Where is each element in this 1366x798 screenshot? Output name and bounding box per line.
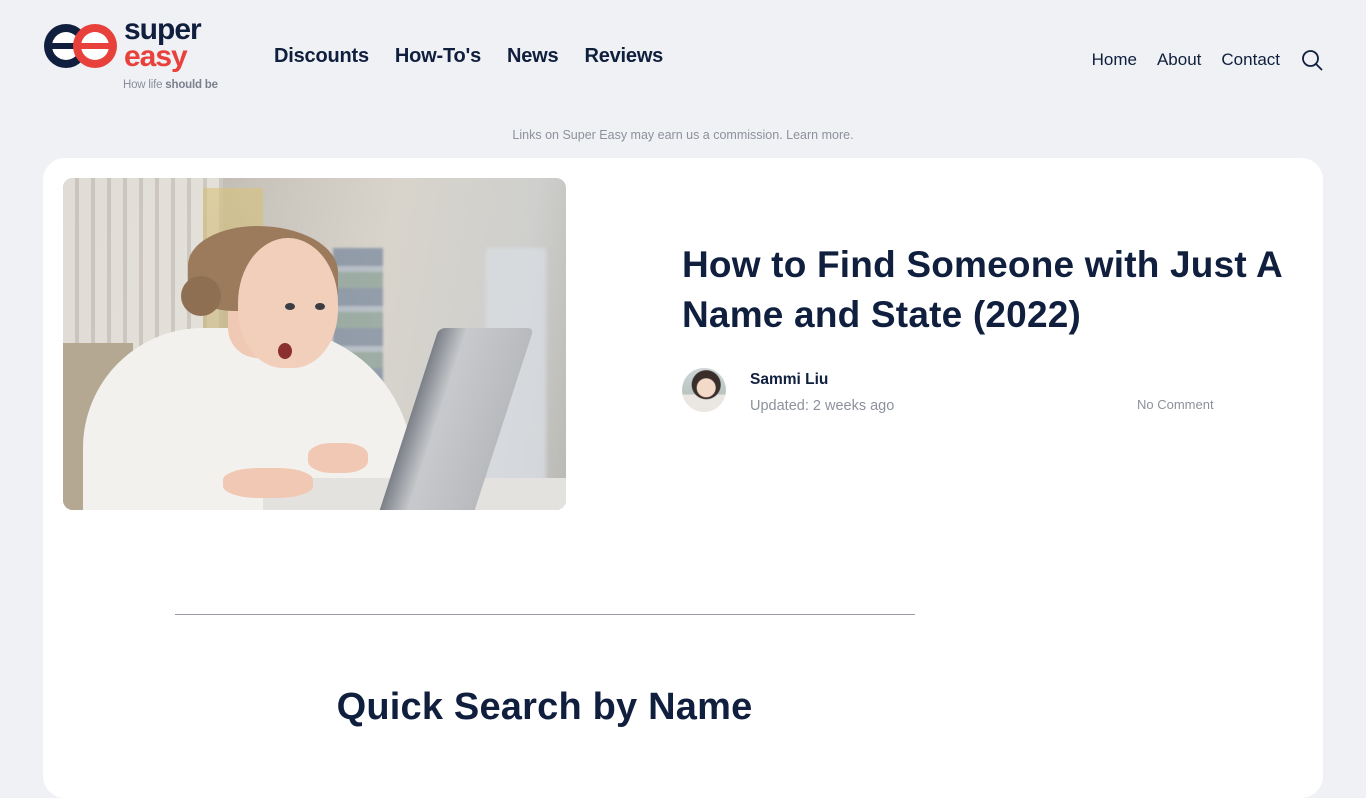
hero-figure-bun <box>181 276 221 316</box>
author-name[interactable]: Sammi Liu <box>750 371 828 389</box>
hero-figure-eye <box>315 303 325 310</box>
nav-reviews[interactable]: Reviews <box>584 45 663 68</box>
secondary-nav: Home About Contact <box>1092 48 1324 72</box>
nav-news[interactable]: News <box>507 45 559 68</box>
article-title: How to Find Someone with Just A Name and… <box>682 244 1282 335</box>
content-divider <box>175 614 915 615</box>
search-icon <box>1302 50 1323 71</box>
affiliate-disclosure[interactable]: Links on Super Easy may earn us a commis… <box>0 128 1366 142</box>
hero-figure-mouth <box>278 343 292 359</box>
hero-image <box>63 178 566 510</box>
updated-date: Updated: 2 weeks ago <box>750 398 895 414</box>
author-meta: Sammi Liu Updated: 2 weeks ago No Commen… <box>682 368 1242 418</box>
nav-how-tos[interactable]: How-To's <box>395 45 481 68</box>
site-logo[interactable]: super easy How life should be <box>42 13 242 98</box>
hero-figure-eye <box>285 303 295 310</box>
logo-word-easy: easy <box>124 40 188 73</box>
tagline-bold: should be <box>165 79 218 91</box>
tagline-light: How life <box>123 79 166 91</box>
search-button[interactable] <box>1300 48 1324 72</box>
logo-wordmark: super easy <box>124 13 202 73</box>
hero-figure-hand <box>308 443 368 473</box>
article-card: How to Find Someone with Just A Name and… <box>43 158 1323 798</box>
nav-about[interactable]: About <box>1157 50 1201 70</box>
logo-mark-icon <box>44 24 117 68</box>
nav-contact[interactable]: Contact <box>1221 50 1280 70</box>
nav-discounts[interactable]: Discounts <box>274 45 369 68</box>
nav-home[interactable]: Home <box>1092 50 1137 70</box>
logo-tagline: How life should be <box>123 79 218 91</box>
hero-figure-hand <box>223 468 313 498</box>
logo-word-super: super <box>124 13 202 46</box>
comments-link[interactable]: No Comment <box>1137 397 1214 412</box>
section-heading: Quick Search by Name <box>336 686 753 728</box>
main-nav: Discounts How-To's News Reviews <box>274 45 663 68</box>
author-avatar[interactable] <box>682 368 726 412</box>
